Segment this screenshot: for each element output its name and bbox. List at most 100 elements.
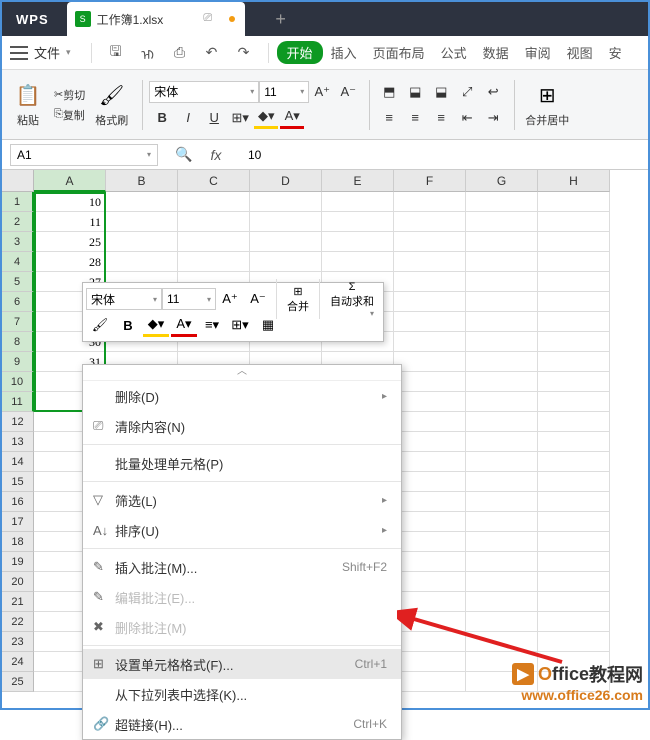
- column-header[interactable]: D: [250, 170, 322, 192]
- align-left-icon[interactable]: ≡: [377, 107, 401, 129]
- mini-font-color-button[interactable]: A▾: [171, 313, 197, 337]
- row-header[interactable]: 19: [2, 552, 34, 572]
- undo-icon[interactable]: ↶: [200, 41, 224, 65]
- tab-review[interactable]: 审阅: [517, 43, 559, 62]
- border-button[interactable]: ⊞▾: [228, 107, 252, 129]
- cell[interactable]: [178, 212, 250, 232]
- cell[interactable]: [538, 232, 610, 252]
- menu-item[interactable]: ⊞设置单元格格式(F)...Ctrl+1: [83, 649, 401, 679]
- row-header[interactable]: 24: [2, 652, 34, 672]
- column-header[interactable]: C: [178, 170, 250, 192]
- cell[interactable]: [394, 192, 466, 212]
- cell[interactable]: [538, 472, 610, 492]
- mini-format-painter-icon[interactable]: 🖌: [87, 313, 113, 337]
- cell[interactable]: [394, 372, 466, 392]
- align-top-icon[interactable]: ⬒: [377, 81, 401, 103]
- menu-item[interactable]: ▽筛选(L)▸: [83, 485, 401, 515]
- row-header[interactable]: 9: [2, 352, 34, 372]
- font-size-dropdown[interactable]: 11▾: [259, 81, 309, 103]
- italic-button[interactable]: I: [176, 107, 200, 129]
- cut-button[interactable]: ✂ 剪切: [50, 85, 89, 105]
- cell[interactable]: [538, 452, 610, 472]
- cell[interactable]: [250, 252, 322, 272]
- cell[interactable]: [538, 372, 610, 392]
- row-header[interactable]: 7: [2, 312, 34, 332]
- mini-merge-button[interactable]: ⊞ 合并: [281, 283, 315, 316]
- font-name-dropdown[interactable]: 宋体▾: [149, 81, 259, 103]
- row-header[interactable]: 11: [2, 392, 34, 412]
- mini-decrease-font-icon[interactable]: A⁻: [245, 287, 271, 311]
- save-icon[interactable]: 🖫: [104, 41, 128, 65]
- cell[interactable]: [538, 552, 610, 572]
- cell[interactable]: [466, 452, 538, 472]
- cell[interactable]: [466, 472, 538, 492]
- cell[interactable]: [394, 472, 466, 492]
- cell[interactable]: [466, 532, 538, 552]
- cell[interactable]: [466, 192, 538, 212]
- cell[interactable]: [106, 232, 178, 252]
- cell[interactable]: [538, 532, 610, 552]
- align-right-icon[interactable]: ≡: [429, 107, 453, 129]
- wrap-text-icon[interactable]: ↩: [481, 81, 505, 103]
- cell[interactable]: [466, 412, 538, 432]
- redo-icon[interactable]: ↷: [232, 41, 256, 65]
- cell[interactable]: [466, 252, 538, 272]
- cell[interactable]: [466, 552, 538, 572]
- collapse-handle-icon[interactable]: ︿: [83, 365, 401, 381]
- cell[interactable]: [538, 432, 610, 452]
- cell[interactable]: [250, 192, 322, 212]
- column-header[interactable]: E: [322, 170, 394, 192]
- row-header[interactable]: 12: [2, 412, 34, 432]
- cell[interactable]: [538, 512, 610, 532]
- cell[interactable]: [538, 572, 610, 592]
- cell[interactable]: [322, 252, 394, 272]
- menu-item[interactable]: 从下拉列表中选择(K)...: [83, 679, 401, 709]
- cell[interactable]: [538, 192, 610, 212]
- menu-item[interactable]: 删除(D)▸: [83, 381, 401, 411]
- bold-button[interactable]: B: [150, 107, 174, 129]
- cell[interactable]: [178, 232, 250, 252]
- cell[interactable]: [466, 272, 538, 292]
- fx-icon[interactable]: fx: [204, 143, 228, 167]
- align-center-icon[interactable]: ≡: [403, 107, 427, 129]
- cell[interactable]: [250, 212, 322, 232]
- cell[interactable]: [394, 392, 466, 412]
- row-header[interactable]: 23: [2, 632, 34, 652]
- new-tab-button[interactable]: +: [275, 9, 286, 30]
- cell[interactable]: [466, 212, 538, 232]
- align-middle-icon[interactable]: ⬓: [403, 81, 427, 103]
- cell[interactable]: [106, 212, 178, 232]
- cell[interactable]: [466, 512, 538, 532]
- row-header[interactable]: 8: [2, 332, 34, 352]
- cell[interactable]: [394, 332, 466, 352]
- cell[interactable]: [394, 512, 466, 532]
- name-box[interactable]: A1▾: [10, 144, 158, 166]
- menu-item[interactable]: 🔗超链接(H)...Ctrl+K: [83, 709, 401, 739]
- cell[interactable]: [322, 232, 394, 252]
- cell[interactable]: [394, 312, 466, 332]
- format-painter-button[interactable]: 🖌 格式刷: [91, 80, 132, 130]
- cell[interactable]: [394, 272, 466, 292]
- cell[interactable]: [178, 192, 250, 212]
- merge-center-button[interactable]: ⊞ 合并居中: [521, 80, 573, 130]
- decrease-font-icon[interactable]: A⁻: [336, 81, 360, 103]
- cell[interactable]: [394, 532, 466, 552]
- cell[interactable]: 11: [34, 212, 106, 232]
- row-header[interactable]: 14: [2, 452, 34, 472]
- tab-page-layout[interactable]: 页面布局: [365, 43, 433, 62]
- cell[interactable]: [394, 572, 466, 592]
- decrease-indent-icon[interactable]: ⇤: [455, 107, 479, 129]
- align-bottom-icon[interactable]: ⬓: [429, 81, 453, 103]
- cell[interactable]: [538, 412, 610, 432]
- mini-fill-color-button[interactable]: ◆▾: [143, 313, 169, 337]
- fill-color-button[interactable]: ◆▾: [254, 107, 278, 129]
- menu-item[interactable]: ⎚清除内容(N): [83, 411, 401, 441]
- cell[interactable]: [538, 252, 610, 272]
- row-header[interactable]: 2: [2, 212, 34, 232]
- mini-bold-button[interactable]: B: [115, 313, 141, 337]
- menu-item[interactable]: 批量处理单元格(P): [83, 448, 401, 478]
- cell[interactable]: [394, 552, 466, 572]
- row-header[interactable]: 15: [2, 472, 34, 492]
- cell[interactable]: [538, 272, 610, 292]
- cell[interactable]: [466, 332, 538, 352]
